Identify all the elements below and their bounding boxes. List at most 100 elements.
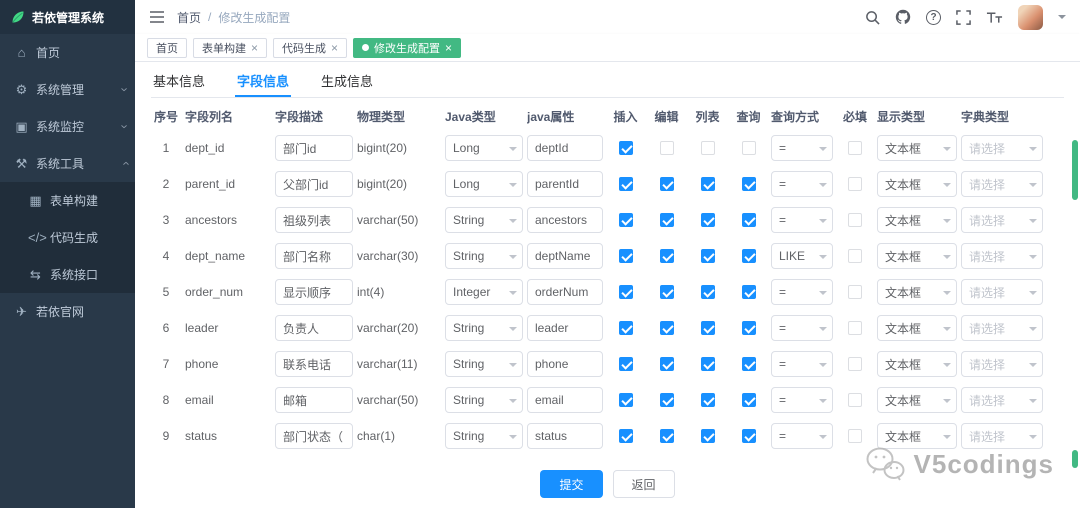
dict-type-select[interactable]: 请选择 — [961, 279, 1043, 305]
edit-checkbox[interactable] — [659, 285, 674, 300]
required-checkbox[interactable] — [848, 393, 862, 408]
edit-checkbox[interactable] — [659, 393, 674, 408]
tab-basic-info[interactable]: 基本信息 — [151, 68, 207, 97]
query-checkbox[interactable] — [741, 213, 756, 228]
insert-checkbox[interactable] — [618, 429, 633, 444]
dict-type-select[interactable]: 请选择 — [961, 351, 1043, 377]
query-checkbox[interactable] — [741, 249, 756, 264]
java-prop-input[interactable] — [527, 171, 603, 197]
scrollbar-thumb[interactable] — [1072, 140, 1078, 200]
display-type-select[interactable]: 文本框 — [877, 135, 957, 161]
query-checkbox[interactable] — [741, 321, 756, 336]
app-logo[interactable]: 若依管理系统 — [0, 0, 135, 34]
required-checkbox[interactable] — [848, 321, 862, 336]
dict-type-select[interactable]: 请选择 — [961, 423, 1043, 449]
search-icon[interactable] — [865, 10, 880, 25]
list-checkbox[interactable] — [700, 357, 715, 372]
edit-checkbox[interactable] — [659, 141, 674, 156]
required-checkbox[interactable] — [848, 357, 862, 372]
edit-checkbox[interactable] — [659, 321, 674, 336]
required-checkbox[interactable] — [848, 429, 862, 444]
question-icon[interactable]: ? — [926, 9, 941, 25]
java-type-select[interactable]: Long — [445, 135, 523, 161]
query-mode-select[interactable]: = — [771, 387, 833, 413]
dict-type-select[interactable]: 请选择 — [961, 315, 1043, 341]
java-type-select[interactable]: Long — [445, 171, 523, 197]
scrollbar-thumb-lower[interactable] — [1072, 450, 1078, 468]
dict-type-select[interactable]: 请选择 — [961, 207, 1043, 233]
list-checkbox[interactable] — [700, 141, 715, 156]
java-prop-input[interactable] — [527, 207, 603, 233]
insert-checkbox[interactable] — [618, 177, 633, 192]
back-button[interactable]: 返回 — [612, 470, 675, 498]
hamburger-icon[interactable] — [149, 10, 165, 24]
java-type-select[interactable]: String — [445, 351, 523, 377]
java-prop-input[interactable] — [527, 135, 603, 161]
sidebar-item-code-generation[interactable]: </> 代码生成 — [0, 219, 135, 256]
display-type-select[interactable]: 文本框 — [877, 279, 957, 305]
dict-type-select[interactable]: 请选择 — [961, 387, 1043, 413]
query-checkbox[interactable] — [741, 285, 756, 300]
description-input[interactable] — [275, 351, 353, 377]
fullscreen-icon[interactable] — [956, 9, 971, 25]
description-input[interactable] — [275, 135, 353, 161]
java-type-select[interactable]: String — [445, 207, 523, 233]
dict-type-select[interactable]: 请选择 — [961, 135, 1043, 161]
query-mode-select[interactable]: = — [771, 279, 833, 305]
caret-down-icon[interactable] — [1058, 15, 1066, 23]
java-prop-input[interactable] — [527, 387, 603, 413]
query-checkbox[interactable] — [741, 177, 756, 192]
list-checkbox[interactable] — [700, 213, 715, 228]
insert-checkbox[interactable] — [618, 393, 633, 408]
display-type-select[interactable]: 文本框 — [877, 351, 957, 377]
java-type-select[interactable]: Integer — [445, 279, 523, 305]
description-input[interactable] — [275, 171, 353, 197]
insert-checkbox[interactable] — [618, 249, 633, 264]
insert-checkbox[interactable] — [618, 213, 633, 228]
required-checkbox[interactable] — [848, 177, 862, 192]
list-checkbox[interactable] — [700, 393, 715, 408]
query-mode-select[interactable]: = — [771, 351, 833, 377]
sidebar-item-form-build[interactable]: ▦ 表单构建 — [0, 182, 135, 219]
required-checkbox[interactable] — [848, 141, 862, 156]
list-checkbox[interactable] — [700, 429, 715, 444]
insert-checkbox[interactable] — [618, 357, 633, 372]
tab-field-info[interactable]: 字段信息 — [235, 68, 292, 97]
tag-home[interactable]: 首页 — [147, 37, 187, 58]
breadcrumb-home[interactable]: 首页 — [177, 9, 201, 26]
list-checkbox[interactable] — [700, 321, 715, 336]
sidebar-item-system-api[interactable]: ⇆ 系统接口 — [0, 256, 135, 293]
tag-edit-gen-config[interactable]: 修改生成配置 × — [353, 37, 462, 58]
sidebar-item-system-monitor[interactable]: ▣ 系统监控 › — [0, 108, 135, 145]
insert-checkbox[interactable] — [618, 285, 633, 300]
tag-code-generation[interactable]: 代码生成 × — [273, 37, 348, 58]
display-type-select[interactable]: 文本框 — [877, 387, 957, 413]
edit-checkbox[interactable] — [659, 249, 674, 264]
display-type-select[interactable]: 文本框 — [877, 423, 957, 449]
edit-checkbox[interactable] — [659, 429, 674, 444]
description-input[interactable] — [275, 207, 353, 233]
query-mode-select[interactable]: = — [771, 135, 833, 161]
tab-gen-info[interactable]: 生成信息 — [319, 68, 375, 97]
edit-checkbox[interactable] — [659, 213, 674, 228]
description-input[interactable] — [275, 387, 353, 413]
list-checkbox[interactable] — [700, 285, 715, 300]
close-icon[interactable]: × — [445, 42, 452, 54]
java-prop-input[interactable] — [527, 279, 603, 305]
java-prop-input[interactable] — [527, 243, 603, 269]
sidebar-item-official-site[interactable]: ✈ 若依官网 — [0, 293, 135, 330]
java-prop-input[interactable] — [527, 315, 603, 341]
insert-checkbox[interactable] — [618, 321, 633, 336]
dict-type-select[interactable]: 请选择 — [961, 171, 1043, 197]
description-input[interactable] — [275, 279, 353, 305]
java-type-select[interactable]: String — [445, 243, 523, 269]
font-size-icon[interactable] — [986, 10, 1003, 24]
java-type-select[interactable]: String — [445, 315, 523, 341]
dict-type-select[interactable]: 请选择 — [961, 243, 1043, 269]
edit-checkbox[interactable] — [659, 177, 674, 192]
sidebar-item-system-management[interactable]: ⚙ 系统管理 › — [0, 71, 135, 108]
list-checkbox[interactable] — [700, 177, 715, 192]
close-icon[interactable]: × — [251, 42, 258, 54]
sidebar-item-home[interactable]: ⌂ 首页 — [0, 34, 135, 71]
query-checkbox[interactable] — [741, 393, 756, 408]
